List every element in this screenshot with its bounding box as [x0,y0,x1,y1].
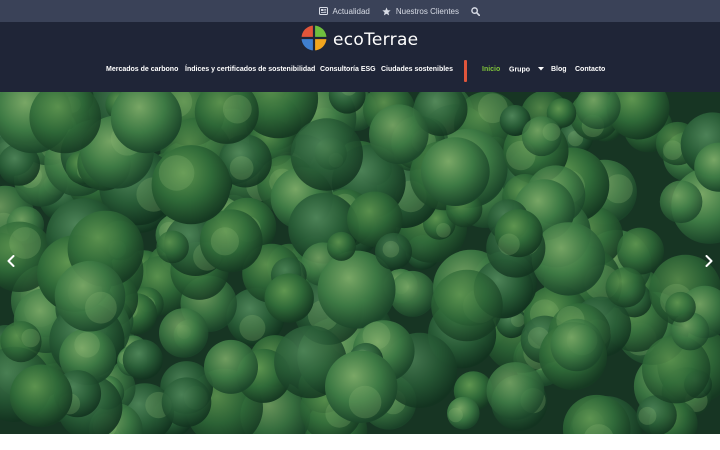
page-content-start [0,434,720,450]
main-nav: Mercados de carbono Índices y certificad… [0,60,720,82]
slider-next-button[interactable] [702,255,716,271]
clients-link-label: Nuestros Clientes [395,6,459,16]
nav-item-esg-consulting[interactable]: Consultoría ESG [320,66,376,73]
nav-item-group-label: Grupo [509,66,530,74]
search-button[interactable] [471,6,480,16]
search-icon [471,6,480,16]
nav-item-sustainable-cities[interactable]: Ciudades sostenibles [381,66,453,73]
nav-item-contact[interactable]: Contacto [575,66,605,73]
chevron-right-icon [705,254,713,272]
logo-text: ecoTerrae [333,30,419,50]
main-header: ecoTerrae Mercados de carbono Índices y … [0,22,720,92]
forest-canopy-image [0,92,720,434]
news-link-label: Actualidad [332,6,370,16]
news-link[interactable]: Actualidad [318,6,370,16]
newspaper-icon [318,7,328,15]
nav-item-home[interactable]: Inicio [482,66,500,73]
slider-prev-button[interactable] [4,255,18,271]
nav-item-blog[interactable]: Blog [551,66,567,73]
nav-divider [464,60,467,82]
logo-mark-icon [301,24,327,56]
nav-item-sustainability-indices[interactable]: Índices y certificados de sostenibilidad [185,66,315,73]
nav-item-group[interactable]: Grupo [509,66,544,73]
utility-bar: Actualidad Nuestros Clientes [0,0,720,22]
nav-item-carbon-markets[interactable]: Mercados de carbono [106,66,178,73]
caret-down-icon [537,66,544,73]
star-icon [382,6,391,16]
hero-slider [0,92,720,434]
chevron-left-icon [7,254,15,272]
clients-link[interactable]: Nuestros Clientes [382,7,459,16]
site-logo[interactable]: ecoTerrae [301,24,419,56]
